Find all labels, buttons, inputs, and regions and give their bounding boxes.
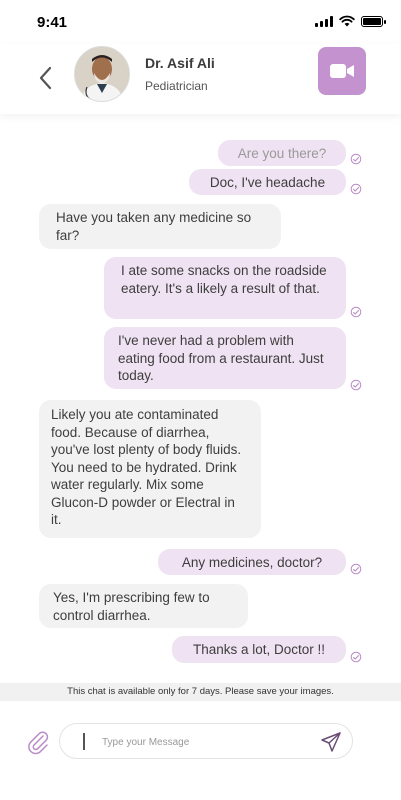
signal-icon xyxy=(315,15,333,27)
status-icons xyxy=(315,15,386,27)
doctor-avatar[interactable] xyxy=(74,46,130,102)
read-receipt-icon xyxy=(350,306,362,318)
message-text: Likely you ate contaminated food. Becaus… xyxy=(51,407,242,527)
status-time: 9:41 xyxy=(37,14,68,31)
message-bubble-outgoing: I ate some snacks on the roadside eatery… xyxy=(104,257,346,319)
chat-thread: Are you there? Doc, I've headache Have y… xyxy=(0,118,401,683)
read-receipt-icon xyxy=(350,651,362,663)
message-text: I've never had a problem with eating foo… xyxy=(118,333,324,383)
message-text: Doc, I've headache xyxy=(209,175,326,190)
back-button[interactable] xyxy=(36,64,56,92)
chat-header: Dr. Asif Ali Pediatrician xyxy=(0,44,401,114)
read-receipt-icon xyxy=(350,379,362,391)
chat-expiry-notice: This chat is available only for 7 days. … xyxy=(0,683,401,701)
message-bubble-outgoing: Thanks a lot, Doctor !! xyxy=(172,636,346,663)
wifi-icon xyxy=(339,15,355,27)
read-receipt-icon xyxy=(350,183,362,195)
message-bubble-outgoing: Any medicines, doctor? xyxy=(158,549,346,575)
read-receipt-icon xyxy=(350,153,362,165)
attachment-paperclip-icon[interactable] xyxy=(26,729,50,755)
message-bubble-incoming: Have you taken any medicine so far? xyxy=(39,204,281,249)
message-text: Are you there? xyxy=(237,146,327,161)
message-composer xyxy=(0,701,401,800)
read-receipt-icon xyxy=(350,563,362,575)
message-input[interactable] xyxy=(100,729,314,755)
message-text: Thanks a lot, Doctor !! xyxy=(192,642,326,657)
message-bubble-incoming: Yes, I'm prescribing few to control diar… xyxy=(39,584,248,628)
doctor-name: Dr. Asif Ali xyxy=(145,55,215,71)
message-text: I ate some snacks on the roadside eatery… xyxy=(121,263,327,296)
video-call-button[interactable] xyxy=(318,47,366,95)
message-text: Any medicines, doctor? xyxy=(181,555,323,570)
video-camera-icon xyxy=(330,64,354,78)
text-cursor xyxy=(83,733,85,750)
message-text: Yes, I'm prescribing few to control diar… xyxy=(53,590,210,623)
send-paper-plane-icon[interactable] xyxy=(320,731,342,753)
message-bubble-outgoing: Are you there? xyxy=(218,140,346,166)
avatar-image xyxy=(75,47,129,101)
doctor-specialty: Pediatrician xyxy=(145,79,208,93)
message-text: Have you taken any medicine so far? xyxy=(56,210,252,243)
battery-icon xyxy=(361,16,386,27)
status-bar: 9:41 xyxy=(0,0,401,44)
message-bubble-outgoing: Doc, I've headache xyxy=(189,169,346,195)
message-input-container[interactable] xyxy=(59,723,353,759)
message-bubble-incoming: Likely you ate contaminated food. Becaus… xyxy=(39,400,261,538)
message-bubble-outgoing: I've never had a problem with eating foo… xyxy=(104,327,346,389)
